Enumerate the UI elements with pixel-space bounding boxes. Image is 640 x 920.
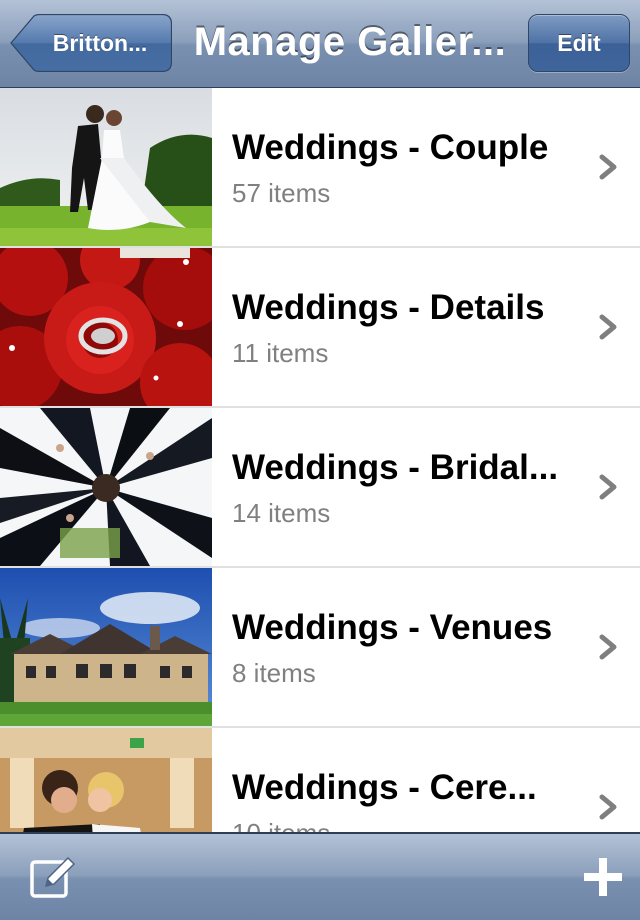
gallery-row-details[interactable]: Weddings - Details 11 items (0, 248, 640, 408)
couple-kissing-photo (0, 88, 212, 246)
gallery-item-count: 57 items (232, 178, 331, 208)
gallery-item-count: 8 items (232, 658, 316, 688)
venue-building-photo (0, 568, 212, 726)
back-button-label: Britton... (52, 30, 148, 56)
chevron-right-icon (599, 634, 617, 660)
chevron-right-icon (599, 794, 617, 820)
bridal-party-hands-photo (0, 408, 212, 566)
chevron-right-icon (599, 314, 617, 340)
rings-on-roses-photo (0, 248, 212, 406)
plus-icon[interactable] (580, 854, 626, 900)
page-title: Manage Galler... (193, 20, 507, 64)
compose-icon[interactable] (28, 854, 76, 902)
navigation-bar: Britton... Manage Galler... Edit (0, 0, 640, 88)
edit-button[interactable]: Edit (528, 14, 630, 72)
bottom-toolbar (0, 832, 640, 920)
gallery-row-venues[interactable]: Weddings - Venues 8 items (0, 568, 640, 728)
back-button[interactable]: Britton... (10, 14, 172, 72)
gallery-item-count: 11 items (232, 338, 329, 368)
gallery-row-bridal[interactable]: Weddings - Bridal... 14 items (0, 408, 640, 568)
gallery-title: Weddings - Bridal... (232, 448, 559, 487)
gallery-title: Weddings - Couple (232, 128, 549, 167)
gallery-row-couple[interactable]: Weddings - Couple 57 items (0, 88, 640, 248)
gallery-item-count: 14 items (232, 498, 331, 528)
gallery-title: Weddings - Details (232, 288, 545, 327)
chevron-right-icon (599, 474, 617, 500)
chevron-right-icon (599, 154, 617, 180)
ceremony-kiss-photo (0, 728, 212, 832)
gallery-title: Weddings - Venues (232, 608, 553, 647)
gallery-list: Weddings - Couple 57 items Weddings - De… (0, 88, 640, 832)
gallery-item-count: 10 items (232, 818, 330, 832)
gallery-title: Weddings - Cere... (232, 768, 537, 807)
gallery-row-ceremony[interactable]: Weddings - Cere... 10 items (0, 728, 640, 832)
